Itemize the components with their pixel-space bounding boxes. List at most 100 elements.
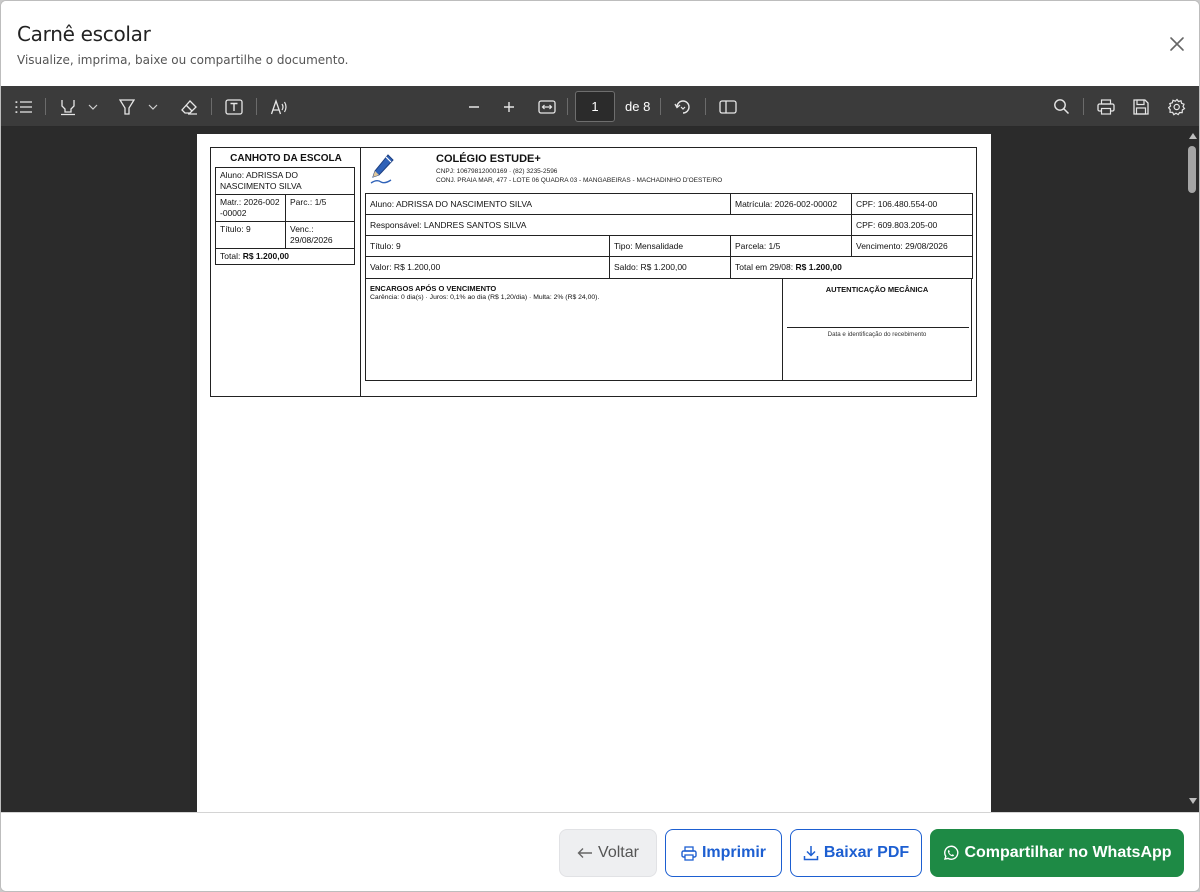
dialog-title: Carnê escolar [17, 22, 151, 46]
page-count: de 8 [625, 99, 651, 114]
scroll-thumb[interactable] [1188, 146, 1196, 193]
auth-caption: Data e identificação do recebimento [827, 331, 927, 338]
download-pdf-label: Baixar PDF [823, 844, 910, 861]
search-button[interactable] [1048, 86, 1074, 127]
info-responsavel: Responsável: LANDRES SANTOS SILVA [370, 220, 527, 230]
toolbar-divider [211, 98, 212, 115]
stub-grid: Aluno: ADRISSA DO NASCIMENTO SILVA Matr.… [215, 167, 355, 265]
contents-button[interactable] [11, 86, 37, 127]
stub-row: Título: 9 Venc.: 29/08/2026 [216, 222, 354, 249]
erase-button[interactable] [176, 86, 202, 127]
draw-icon [119, 98, 135, 115]
stub-title: CANHOTO DA ESCOLA [230, 153, 342, 164]
viewer-scrollbar[interactable] [1185, 127, 1199, 812]
stub-venc-value: 29/08/2026 [290, 235, 333, 245]
charges-text: Carência: 0 dia(s) · Juros: 0,1% ao dia … [370, 294, 600, 301]
rotate-icon [674, 99, 690, 114]
close-button[interactable] [1164, 31, 1190, 57]
school-stub: CANHOTO DA ESCOLA Aluno: ADRISSA DO NASC… [211, 148, 361, 396]
arrow-left-icon [577, 848, 593, 858]
info-valor: Valor: R$ 1.200,00 [370, 262, 441, 272]
stub-venc: Venc.: 29/08/2026 [285, 222, 354, 248]
pencil-logo-icon [370, 154, 394, 184]
info-row: Valor: R$ 1.200,00 Saldo: R$ 1.200,00 To… [366, 257, 972, 278]
stub-total-value: R$ 1.200,00 [242, 251, 290, 261]
toolbar-divider [256, 98, 257, 115]
print-document-label: Imprimir [701, 844, 766, 861]
stub-aluno-label: Aluno: [220, 170, 245, 180]
download-icon [803, 846, 819, 861]
stub-total: Total: R$ 1.200,00 [216, 249, 354, 264]
carne-slip: CANHOTO DA ESCOLA Aluno: ADRISSA DO NASC… [210, 147, 977, 397]
print-button[interactable] [1093, 86, 1119, 127]
list-icon [15, 100, 32, 113]
auth-signature-line [787, 327, 969, 328]
draw-options-button[interactable] [145, 86, 161, 127]
carne-dialog: Carnê escolar Visualize, imprima, baixe … [0, 0, 1200, 892]
scroll-down-arrow[interactable] [1189, 798, 1197, 804]
pdf-page: CANHOTO DA ESCOLA Aluno: ADRISSA DO NASC… [197, 134, 991, 812]
scroll-up-arrow[interactable] [1189, 133, 1197, 139]
stub-parc-value: 1/5 [314, 197, 327, 207]
info-row: Responsável: LANDRES SANTOS SILVA CPF: 6… [366, 215, 972, 236]
stub-matr-label: Matr.: [220, 197, 242, 207]
stub-row: Matr.: 2026-002-00002 Parc.: 1/5 [216, 195, 354, 222]
share-whatsapp-button[interactable]: Compartilhar no WhatsApp [930, 829, 1184, 877]
read-aloud-button[interactable] [266, 86, 292, 127]
rotate-button[interactable] [670, 86, 696, 127]
search-icon [1053, 99, 1069, 115]
highlight-options-button[interactable] [85, 86, 101, 127]
school-name: COLÉGIO ESTUDE+ [436, 153, 541, 165]
info-row: Título: 9 Tipo: Mensalidade Parcela: 1/5… [366, 236, 972, 257]
info-parcela: Parcela: 1/5 [730, 236, 851, 256]
page-view-icon [719, 99, 737, 114]
download-pdf-button[interactable]: Baixar PDF [790, 829, 922, 877]
stub-total-label: Total: [220, 251, 241, 261]
charges-title: ENCARGOS APÓS O VENCIMENTO [370, 284, 497, 293]
info-aluno: Aluno: ADRISSA DO NASCIMENTO SILVA [370, 199, 533, 209]
info-total-label: Total em 29/08: [735, 262, 794, 272]
charges-box: ENCARGOS APÓS O VENCIMENTO Carência: 0 d… [365, 278, 783, 381]
slip-info-grid: Aluno: ADRISSA DO NASCIMENTO SILVA Matrí… [365, 193, 973, 279]
stub-row: Aluno: ADRISSA DO NASCIMENTO SILVA [216, 168, 354, 195]
settings-button[interactable] [1164, 86, 1190, 127]
save-button[interactable] [1128, 86, 1154, 127]
stub-parc-label: Parc.: [290, 197, 313, 207]
stub-titulo-label: Título: [220, 224, 244, 234]
chevron-down-icon [88, 104, 98, 110]
page-view-button[interactable] [715, 86, 741, 127]
toolbar-divider [45, 98, 46, 115]
toolbar-divider [660, 98, 661, 115]
highlight-button[interactable] [55, 86, 81, 127]
dialog-header: Carnê escolar Visualize, imprima, baixe … [1, 1, 1199, 86]
zoom-in-button[interactable] [497, 86, 521, 127]
stub-matr: Matr.: 2026-002-00002 [216, 195, 285, 221]
zoom-out-button[interactable] [462, 86, 486, 127]
info-total-value: R$ 1.200,00 [795, 262, 842, 272]
info-matricula: Matrícula: 2026-002-00002 [730, 194, 851, 214]
fit-width-button[interactable] [534, 86, 560, 127]
page-number-input[interactable]: 1 [575, 91, 615, 122]
print-document-button[interactable]: Imprimir [665, 829, 782, 877]
info-row: Aluno: ADRISSA DO NASCIMENTO SILVA Matrí… [366, 194, 972, 215]
stub-row: Total: R$ 1.200,00 [216, 249, 354, 264]
draw-button[interactable] [114, 86, 140, 127]
info-cpf-responsavel: CPF: 609.803.205-00 [851, 215, 972, 235]
save-icon [1133, 98, 1149, 115]
add-text-button[interactable] [221, 86, 247, 127]
info-vencimento: Vencimento: 29/08/2026 [851, 236, 972, 256]
share-whatsapp-label: Compartilhar no WhatsApp [964, 844, 1172, 861]
gear-icon [1168, 98, 1186, 115]
stub-venc-label: Venc.: [290, 224, 314, 234]
dialog-footer: Voltar Imprimir Baixar PDF Compartilhar … [1, 812, 1199, 891]
info-cpf-aluno: CPF: 106.480.554-00 [851, 194, 972, 214]
highlight-icon [61, 99, 75, 115]
back-button[interactable]: Voltar [559, 829, 657, 877]
slip-main: COLÉGIO ESTUDE+ CNPJ: 10679812000169 · (… [361, 148, 977, 396]
toolbar-divider [1083, 98, 1084, 115]
info-titulo: Título: 9 [370, 241, 401, 251]
zoom-in-icon [504, 101, 514, 112]
stub-titulo: Título: 9 [216, 222, 285, 248]
chevron-down-icon [148, 104, 158, 110]
print-icon [681, 845, 697, 861]
